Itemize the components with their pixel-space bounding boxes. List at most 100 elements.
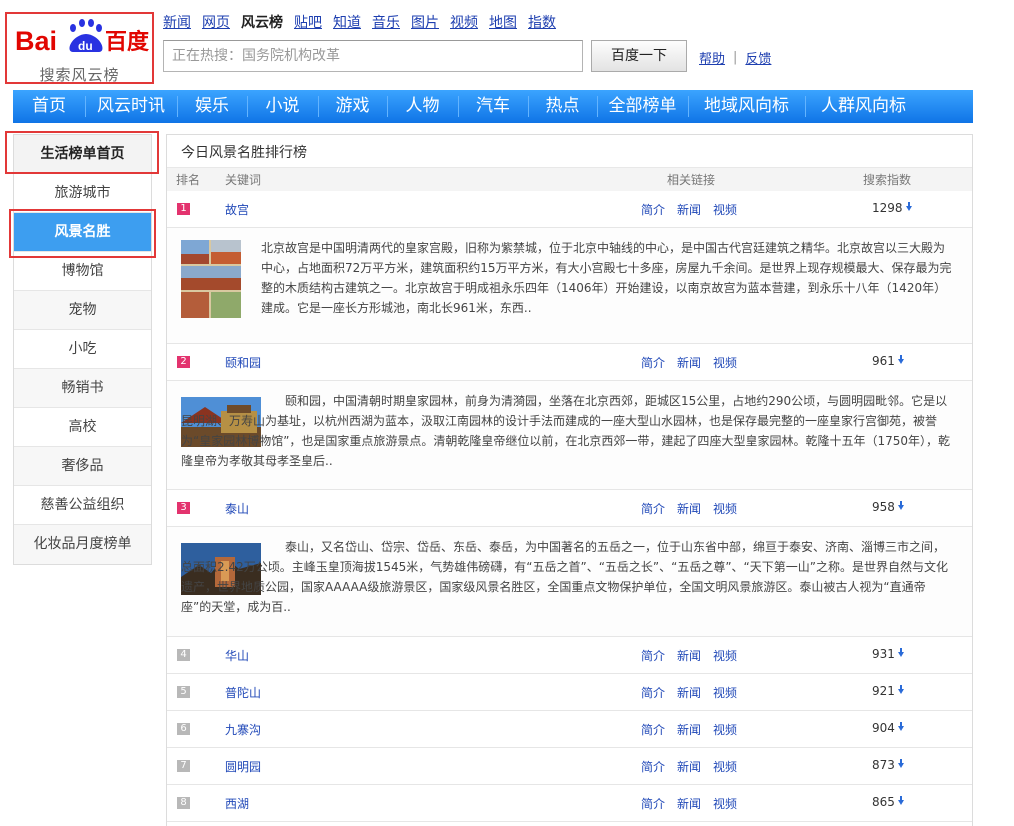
news-link[interactable]: 新闻 <box>677 758 701 775</box>
topnav-index[interactable]: 指数 <box>528 14 556 32</box>
down-arrow-icon <box>897 648 904 657</box>
related-links: 简介 新闻 视频 <box>641 201 737 218</box>
video-link[interactable]: 视频 <box>713 500 737 517</box>
keyword-link[interactable]: 普陀山 <box>225 684 261 701</box>
search-index: 865 <box>872 795 904 809</box>
sidebar-item-luxury[interactable]: 奢侈品 <box>14 447 151 486</box>
svg-text:百度: 百度 <box>105 29 149 55</box>
related-links: 简介 新闻 视频 <box>641 721 737 738</box>
video-link[interactable]: 视频 <box>713 721 737 738</box>
news-link[interactable]: 新闻 <box>677 647 701 664</box>
keyword-link[interactable]: 九寨沟 <box>225 721 261 738</box>
mainnav-entertainment[interactable]: 娱乐 <box>177 90 247 123</box>
sidebar: 生活榜单首页 旅游城市 风景名胜 博物馆 宠物 小吃 畅销书 高校 奢侈品 慈善… <box>13 134 152 565</box>
search-index: 931 <box>872 647 904 661</box>
svg-text:du: du <box>78 39 93 53</box>
topnav-images[interactable]: 图片 <box>411 14 439 32</box>
keyword-link[interactable]: 华山 <box>225 647 249 664</box>
sidebar-item-universities[interactable]: 高校 <box>14 408 151 447</box>
intro-link[interactable]: 简介 <box>641 758 665 775</box>
related-links: 简介 新闻 视频 <box>641 795 737 812</box>
down-arrow-icon <box>897 722 904 731</box>
sidebar-home-highlight-box <box>5 131 159 174</box>
intro-link[interactable]: 简介 <box>641 647 665 664</box>
topnav-tieba[interactable]: 贴吧 <box>294 14 322 32</box>
mainnav-region[interactable]: 地域风向标 <box>688 90 805 123</box>
search-index-value: 958 <box>872 500 895 514</box>
mainnav-news[interactable]: 风云时讯 <box>85 90 177 123</box>
mainnav-games[interactable]: 游戏 <box>318 90 387 123</box>
column-header: 排名 关键词 相关链接 搜索指数 <box>167 167 972 191</box>
description-text: 泰山，又名岱山、岱宗、岱岳、东岳、泰岳，为中国著名的五岳之一，位于山东省中部，绵… <box>181 540 948 614</box>
svg-text:Bai: Bai <box>15 26 57 56</box>
topnav-news[interactable]: 新闻 <box>163 14 191 32</box>
search-index: 904 <box>872 721 904 735</box>
help-links: 帮助 | 反馈 <box>699 48 771 67</box>
search-input[interactable]: 正在热搜：国务院机构改革 <box>163 40 583 72</box>
topnav-web[interactable]: 网页 <box>202 14 230 32</box>
search-index-value: 865 <box>872 795 895 809</box>
col-keyword: 关键词 <box>225 173 262 187</box>
search-index-value: 1298 <box>872 201 903 215</box>
news-link[interactable]: 新闻 <box>677 721 701 738</box>
sidebar-item-charity[interactable]: 慈善公益组织 <box>14 486 151 525</box>
mainnav-cars[interactable]: 汽车 <box>458 90 528 123</box>
intro-link[interactable]: 简介 <box>641 721 665 738</box>
topnav-music[interactable]: 音乐 <box>372 14 400 32</box>
feedback-link[interactable]: 反馈 <box>745 48 771 67</box>
rank-badge: 4 <box>177 649 190 661</box>
mainnav-crowd[interactable]: 人群风向标 <box>805 90 922 123</box>
video-link[interactable]: 视频 <box>713 354 737 371</box>
intro-link[interactable]: 简介 <box>641 354 665 371</box>
col-index: 搜索指数 <box>863 173 912 187</box>
detail-panel: 颐和园，中国清朝时期皇家园林，前身为清漪园，坐落在北京西郊，距城区15公里，占地… <box>167 381 972 490</box>
search-button[interactable]: 百度一下 <box>591 40 687 72</box>
sidebar-item-travel-cities[interactable]: 旅游城市 <box>14 174 151 213</box>
description-text: 北京故宫是中国明清两代的皇家宫殿，旧称为紫禁城，位于北京中轴线的中心，是中国古代… <box>261 241 952 315</box>
intro-link[interactable]: 简介 <box>641 500 665 517</box>
video-link[interactable]: 视频 <box>713 684 737 701</box>
sidebar-item-pets[interactable]: 宠物 <box>14 291 151 330</box>
mainnav-hot[interactable]: 热点 <box>528 90 597 123</box>
mainnav-all-lists[interactable]: 全部榜单 <box>597 90 688 123</box>
video-link[interactable]: 视频 <box>713 201 737 218</box>
topnav-map[interactable]: 地图 <box>489 14 517 32</box>
intro-link[interactable]: 简介 <box>641 684 665 701</box>
sidebar-item-cosmetics[interactable]: 化妆品月度榜单 <box>14 525 151 564</box>
table-row: 7 圆明园 简介 新闻 视频 873 <box>167 748 972 785</box>
keyword-link[interactable]: 故宫 <box>225 201 249 218</box>
baidu-logo[interactable]: Bai du 百度 <box>15 18 150 56</box>
related-links: 简介 新闻 视频 <box>641 354 737 371</box>
help-link[interactable]: 帮助 <box>699 48 725 67</box>
rank-badge: 6 <box>177 723 190 735</box>
gugong-thumbnail[interactable] <box>181 240 241 318</box>
sidebar-item-snacks[interactable]: 小吃 <box>14 330 151 369</box>
mainnav-home[interactable]: 首页 <box>13 90 85 123</box>
keyword-link[interactable]: 颐和园 <box>225 354 261 371</box>
rank-badge: 1 <box>177 203 190 215</box>
rank-badge: 3 <box>177 502 190 514</box>
keyword-link[interactable]: 西湖 <box>225 795 249 812</box>
logo-subtitle: 搜索风云榜 <box>39 66 120 84</box>
topnav-video[interactable]: 视频 <box>450 14 478 32</box>
related-links: 简介 新闻 视频 <box>641 684 737 701</box>
intro-link[interactable]: 简介 <box>641 795 665 812</box>
video-link[interactable]: 视频 <box>713 647 737 664</box>
news-link[interactable]: 新闻 <box>677 684 701 701</box>
keyword-link[interactable]: 泰山 <box>225 500 249 517</box>
keyword-link[interactable]: 圆明园 <box>225 758 261 775</box>
logo-highlight-box: Bai du 百度 搜索风云榜 <box>5 12 154 84</box>
down-arrow-icon <box>905 202 912 211</box>
topnav-zhidao[interactable]: 知道 <box>333 14 361 32</box>
mainnav-novel[interactable]: 小说 <box>247 90 318 123</box>
intro-link[interactable]: 简介 <box>641 201 665 218</box>
news-link[interactable]: 新闻 <box>677 354 701 371</box>
news-link[interactable]: 新闻 <box>677 795 701 812</box>
sidebar-item-bestsellers[interactable]: 畅销书 <box>14 369 151 408</box>
news-link[interactable]: 新闻 <box>677 500 701 517</box>
down-arrow-icon <box>897 759 904 768</box>
video-link[interactable]: 视频 <box>713 758 737 775</box>
news-link[interactable]: 新闻 <box>677 201 701 218</box>
video-link[interactable]: 视频 <box>713 795 737 812</box>
mainnav-people[interactable]: 人物 <box>387 90 458 123</box>
